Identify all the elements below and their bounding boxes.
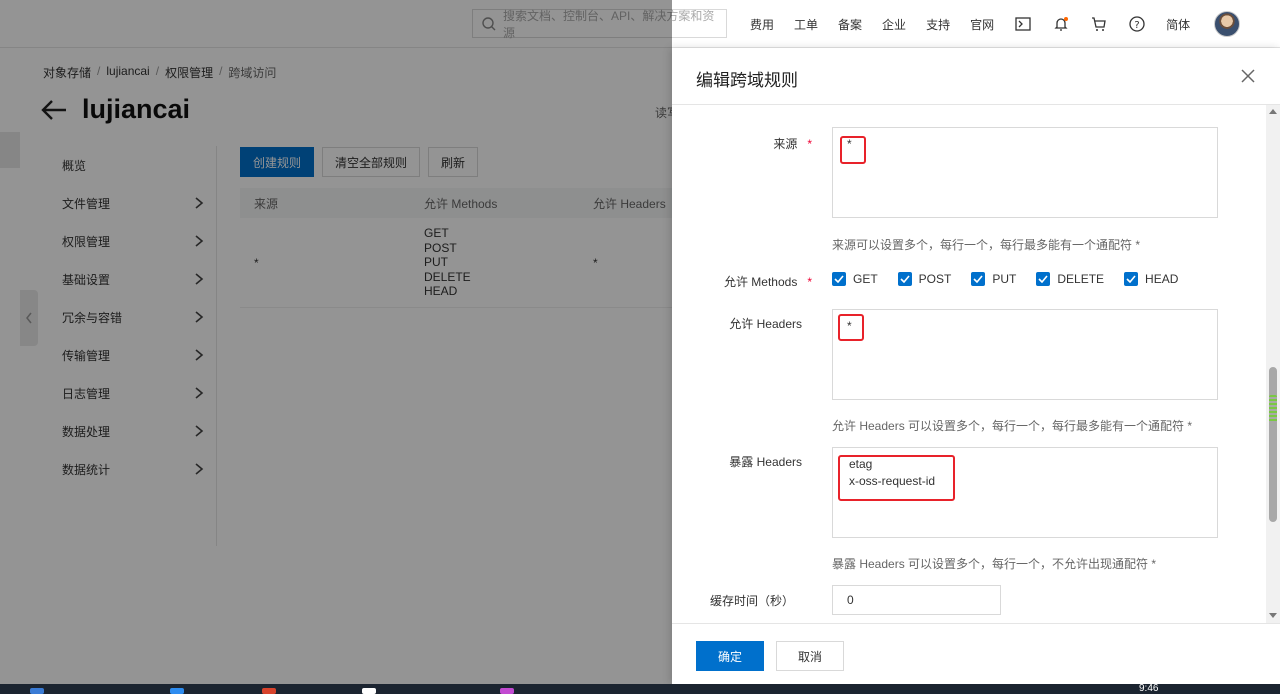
allow-headers-hint: 允许 Headers 可以设置多个，每行一个，每行最多能有一个通配符 *	[832, 419, 1193, 433]
method-put-checkbox[interactable]: PUT	[971, 272, 1016, 286]
nav-tickets[interactable]: 工单	[784, 0, 828, 48]
confirm-button[interactable]: 确定	[696, 641, 764, 671]
language-switch[interactable]: 简体	[1156, 0, 1200, 48]
svg-text:?: ?	[1134, 20, 1139, 31]
drawer-title: 编辑跨域规则	[696, 71, 798, 90]
check-icon	[1038, 275, 1048, 283]
taskbar-browser-icon[interactable]	[262, 688, 276, 694]
avatar[interactable]	[1214, 11, 1241, 37]
expose-headers-highlight-box	[838, 455, 955, 501]
method-post-checkbox[interactable]: POST	[897, 272, 951, 286]
taskbar-app-icon[interactable]	[500, 688, 514, 694]
allow-headers-label: 允许 Headers	[729, 317, 802, 331]
allow-headers-field[interactable]: *	[832, 309, 1218, 400]
method-head-checkbox[interactable]: HEAD	[1124, 272, 1178, 286]
check-icon	[1126, 275, 1136, 283]
help-icon[interactable]: ?	[1127, 14, 1147, 34]
check-icon	[973, 275, 983, 283]
check-icon	[900, 275, 910, 283]
bell-icon[interactable]	[1051, 14, 1071, 34]
check-icon	[834, 275, 844, 283]
modal-backdrop[interactable]	[0, 0, 672, 684]
cancel-button[interactable]: 取消	[776, 641, 844, 671]
method-delete-checkbox[interactable]: DELETE	[1036, 272, 1104, 286]
expose-headers-label: 暴露 Headers	[729, 455, 802, 469]
origin-highlight-box	[840, 136, 866, 164]
nav-icp[interactable]: 备案	[828, 0, 872, 48]
scrollbar-grip	[1269, 395, 1277, 423]
terminal-icon[interactable]	[1013, 14, 1033, 34]
nav-fees[interactable]: 费用	[740, 0, 784, 48]
expose-headers-hint: 暴露 Headers 可以设置多个，每行一个，不允许出现通配符 *	[832, 557, 1157, 571]
scroll-up-arrow-icon[interactable]	[1269, 109, 1277, 114]
os-taskbar: 9:46	[0, 684, 1280, 694]
allow-headers-highlight-box	[838, 314, 864, 341]
taskbar-app-icon[interactable]	[362, 688, 376, 694]
taskbar-clock: 9:46	[1139, 683, 1159, 694]
origin-label: 来源 *	[773, 137, 812, 151]
nav-official-site[interactable]: 官网	[960, 0, 1004, 48]
top-nav: 费用 工单 备案 企业 支持 官网 ? 简体	[740, 0, 1241, 48]
drawer-footer: 确定 取消	[672, 623, 1280, 684]
edit-cors-rule-drawer: 编辑跨域规则 来源 * * 来源可以设置多个，每行一个，每行最多能有一个通配符 *…	[672, 48, 1280, 684]
nav-support[interactable]: 支持	[916, 0, 960, 48]
cache-time-input[interactable]: 0	[832, 585, 1001, 615]
methods-label: 允许 Methods *	[723, 275, 812, 289]
scrollbar-thumb[interactable]	[1269, 367, 1277, 522]
origin-textarea[interactable]: *	[832, 127, 1218, 218]
scroll-down-arrow-icon[interactable]	[1269, 613, 1277, 618]
methods-checkbox-group: GET POST PUT DELETE HEAD	[832, 272, 1198, 286]
taskbar-app-icon[interactable]	[170, 688, 184, 694]
origin-hint: 来源可以设置多个，每行一个，每行最多能有一个通配符 *	[832, 238, 1141, 252]
cart-icon[interactable]	[1089, 14, 1109, 34]
drawer-scrollbar[interactable]	[1266, 105, 1280, 623]
method-get-checkbox[interactable]: GET	[832, 272, 878, 286]
taskbar-app-icon[interactable]	[30, 688, 44, 694]
nav-enterprise[interactable]: 企业	[872, 0, 916, 48]
drawer-body: 来源 * * 来源可以设置多个，每行一个，每行最多能有一个通配符 * 允许 Met…	[672, 105, 1266, 623]
cache-time-label: 缓存时间（秒）	[709, 594, 794, 608]
close-icon[interactable]	[1240, 68, 1256, 84]
drawer-header: 编辑跨域规则	[672, 48, 1280, 105]
